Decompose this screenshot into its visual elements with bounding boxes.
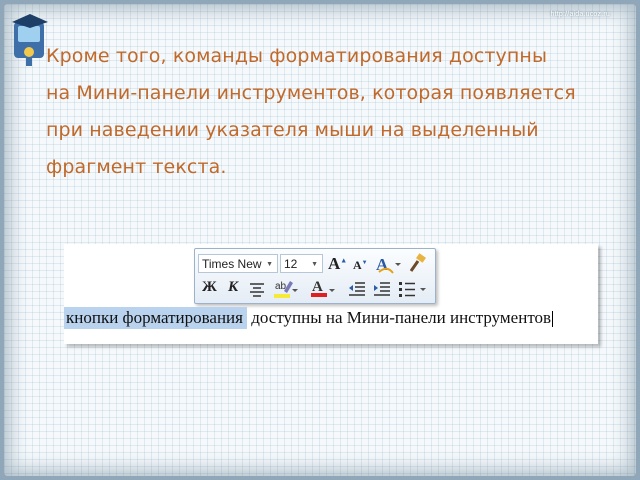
text-line: Кроме того, команды форматирования досту… xyxy=(46,45,548,67)
word-screenshot: Times New ▼ 12 ▼ A▲ A▼ A Ж К ab A кнопки… xyxy=(64,244,598,344)
selected-text[interactable]: кнопки форматирования xyxy=(64,307,247,329)
text-line: при наведении указателя мыши на выделенн… xyxy=(46,119,539,141)
text-line: на Мини-панели инструментов, которая поя… xyxy=(46,82,576,104)
svg-text:A: A xyxy=(312,279,323,295)
decrease-indent-icon[interactable] xyxy=(348,281,366,297)
site-url: http://aida.ucoz.ru xyxy=(550,11,610,18)
unselected-text[interactable]: доступны на Мини-панели инструментов xyxy=(247,308,551,327)
format-painter-icon[interactable] xyxy=(407,253,429,273)
font-size-combo[interactable]: 12 ▼ xyxy=(280,254,323,273)
font-name-value: Times New xyxy=(202,257,262,271)
mini-toolbar: Times New ▼ 12 ▼ A▲ A▼ A Ж К ab A xyxy=(194,248,436,304)
bold-icon[interactable]: Ж xyxy=(202,279,217,299)
chevron-down-icon[interactable]: ▼ xyxy=(266,255,273,274)
slide-body-text: Кроме того, команды форматирования досту… xyxy=(46,38,636,186)
highlight-icon[interactable]: ab xyxy=(272,277,298,299)
text-cursor xyxy=(552,311,554,328)
slide: http://aida.ucoz.ru Кроме того, команды … xyxy=(4,4,636,476)
italic-icon[interactable]: К xyxy=(228,279,238,299)
grow-font-icon[interactable]: A▲ xyxy=(328,254,347,274)
document-text-line[interactable]: кнопки форматирования доступны на Мини-п… xyxy=(64,307,554,329)
bullets-icon[interactable] xyxy=(398,280,428,298)
increase-indent-icon[interactable] xyxy=(373,281,391,297)
center-align-icon[interactable] xyxy=(249,281,265,297)
font-name-combo[interactable]: Times New ▼ xyxy=(198,254,278,273)
chevron-down-icon[interactable]: ▼ xyxy=(311,255,318,274)
styles-icon[interactable]: A xyxy=(375,253,401,275)
text-line: фрагмент текста. xyxy=(46,156,227,178)
svg-text:A: A xyxy=(376,255,389,274)
font-color-icon[interactable]: A xyxy=(309,277,335,299)
shrink-font-icon[interactable]: A▼ xyxy=(353,258,368,273)
font-size-value: 12 xyxy=(284,257,298,271)
